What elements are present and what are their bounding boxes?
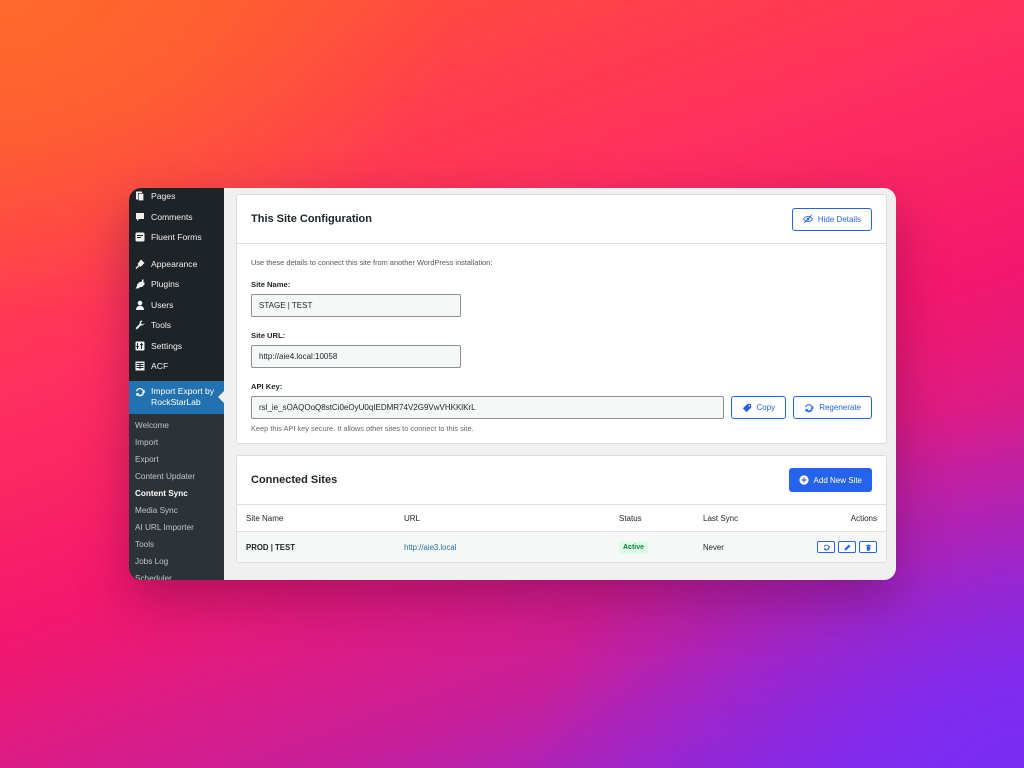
api-key-row: rsl_ie_sOAQOoQ8stCi0eOyU0qIEDMR74V2G9VwV…	[251, 396, 872, 419]
url-cell: http://aie3.local	[395, 531, 610, 562]
status-cell: Active	[610, 531, 694, 562]
actions-cell	[771, 531, 886, 562]
site-configuration-card: This Site Configuration Hide Details Use…	[236, 194, 887, 444]
submenu-item-content-sync[interactable]: Content Sync	[129, 485, 224, 502]
comments-icon	[135, 212, 145, 222]
menu-label: Appearance	[151, 258, 198, 269]
menu-item-acf[interactable]: ACF	[129, 356, 224, 377]
menu-label: Fluent Forms	[151, 232, 202, 243]
last-sync-cell: Never	[694, 531, 772, 562]
menu-label: Settings	[151, 340, 183, 351]
button-label: Add New Site	[813, 475, 862, 485]
hide-details-button[interactable]: Hide Details	[791, 207, 872, 231]
menu-label: Pages	[151, 191, 176, 202]
menu-label: Users	[151, 299, 174, 310]
submenu-item-import[interactable]: Import	[129, 434, 224, 451]
users-icon	[135, 300, 145, 310]
appearance-icon	[135, 259, 145, 269]
refresh-icon	[823, 544, 830, 551]
column-header: Actions	[771, 505, 886, 532]
menu-label: Tools	[151, 320, 172, 331]
pencil-icon	[844, 544, 850, 550]
menu-label: Plugins	[151, 279, 180, 290]
menu-label: Comments	[151, 211, 193, 222]
menu-item-users[interactable]: Users	[129, 295, 224, 316]
submenu-item-welcome[interactable]: Welcome	[129, 417, 224, 434]
column-header: Site Name	[237, 505, 395, 532]
menu-item-tools[interactable]: Tools	[129, 315, 224, 336]
submenu-item-export[interactable]: Export	[129, 451, 224, 468]
eye-slash-icon	[802, 214, 813, 224]
table-header-row: Site Name URL Status Last Sync Actions	[237, 505, 886, 532]
site-name-label: Site Name:	[251, 280, 291, 289]
submenu-item-scheduler[interactable]: Scheduler	[129, 570, 224, 581]
tag-icon	[742, 403, 751, 412]
connected-sites-table: Site Name URL Status Last Sync Actions P…	[237, 505, 886, 562]
trash-icon	[865, 543, 871, 551]
menu-item-appearance[interactable]: Appearance	[129, 254, 224, 275]
intro-text: Use these details to connect this site f…	[251, 258, 493, 267]
submenu-item-jobs-log[interactable]: Jobs Log	[129, 553, 224, 570]
connected-sites-card: Connected Sites Add New Site Site Name U…	[236, 455, 887, 563]
add-new-site-button[interactable]: Add New Site	[788, 468, 872, 492]
sync-button[interactable]	[817, 541, 835, 553]
submenu-item-tools[interactable]: Tools	[129, 536, 224, 553]
button-label: Hide Details	[817, 214, 861, 224]
column-header: URL	[395, 505, 610, 532]
menu-item-fluent-forms[interactable]: Fluent Forms	[129, 227, 224, 248]
admin-sidebar: Pages Comments Fluent Forms Appearance P…	[129, 188, 224, 580]
button-label: Copy	[756, 403, 776, 412]
menu-label: ACF	[151, 361, 169, 372]
delete-button[interactable]	[859, 541, 877, 553]
acf-icon	[135, 361, 145, 371]
card-header: This Site Configuration Hide Details	[237, 195, 886, 244]
app-window: Pages Comments Fluent Forms Appearance P…	[129, 188, 896, 580]
card-title: Connected Sites	[251, 474, 338, 486]
button-label: Regenerate	[819, 403, 861, 412]
main-content: This Site Configuration Hide Details Use…	[224, 188, 896, 580]
site-name-field[interactable]: STAGE | TEST	[251, 294, 461, 317]
settings-icon	[135, 341, 145, 351]
menu-item-comments[interactable]: Comments	[129, 207, 224, 228]
menu-item-plugins[interactable]: Plugins	[129, 274, 224, 295]
submenu-item-media-sync[interactable]: Media Sync	[129, 502, 224, 519]
status-badge: Active	[619, 540, 649, 554]
menu-item-pages[interactable]: Pages	[129, 188, 224, 207]
card-header: Connected Sites Add New Site	[237, 456, 886, 505]
site-url-label: Site URL:	[251, 331, 286, 340]
column-header: Status	[610, 505, 694, 532]
edit-button[interactable]	[838, 541, 856, 553]
copy-button[interactable]: Copy	[730, 396, 787, 419]
site-url-field[interactable]: http://aie4.local:10058	[251, 345, 461, 368]
pages-icon	[135, 191, 145, 202]
card-body: Use these details to connect this site f…	[237, 244, 886, 443]
site-url-link[interactable]: http://aie3.local	[404, 543, 456, 552]
menu-label: Import Export by RockStarLab	[151, 385, 215, 407]
card-title: This Site Configuration	[251, 213, 372, 225]
submenu-item-ai-url-importer[interactable]: AI URL Importer	[129, 519, 224, 536]
menu-item-import-export[interactable]: Import Export by RockStarLab	[129, 380, 224, 414]
site-name-cell: PROD | TEST	[237, 531, 395, 562]
sync-icon	[135, 387, 145, 397]
menu-item-settings[interactable]: Settings	[129, 336, 224, 357]
submenu: Welcome Import Export Content Updater Co…	[129, 413, 224, 581]
column-header: Last Sync	[694, 505, 772, 532]
table-row: PROD | TEST http://aie3.local Active Nev…	[237, 531, 886, 562]
regenerate-button[interactable]: Regenerate	[793, 396, 872, 419]
tools-icon	[135, 320, 145, 330]
submenu-item-content-updater[interactable]: Content Updater	[129, 468, 224, 485]
api-key-hint: Keep this API key secure. It allows othe…	[251, 424, 474, 433]
fluent-forms-icon	[135, 232, 145, 242]
api-key-label: API Key:	[251, 382, 283, 391]
plus-circle-icon	[798, 475, 809, 485]
api-key-field[interactable]: rsl_ie_sOAQOoQ8stCi0eOyU0qIEDMR74V2G9VwV…	[251, 396, 724, 419]
plugins-icon	[135, 279, 145, 289]
refresh-icon	[805, 403, 814, 412]
